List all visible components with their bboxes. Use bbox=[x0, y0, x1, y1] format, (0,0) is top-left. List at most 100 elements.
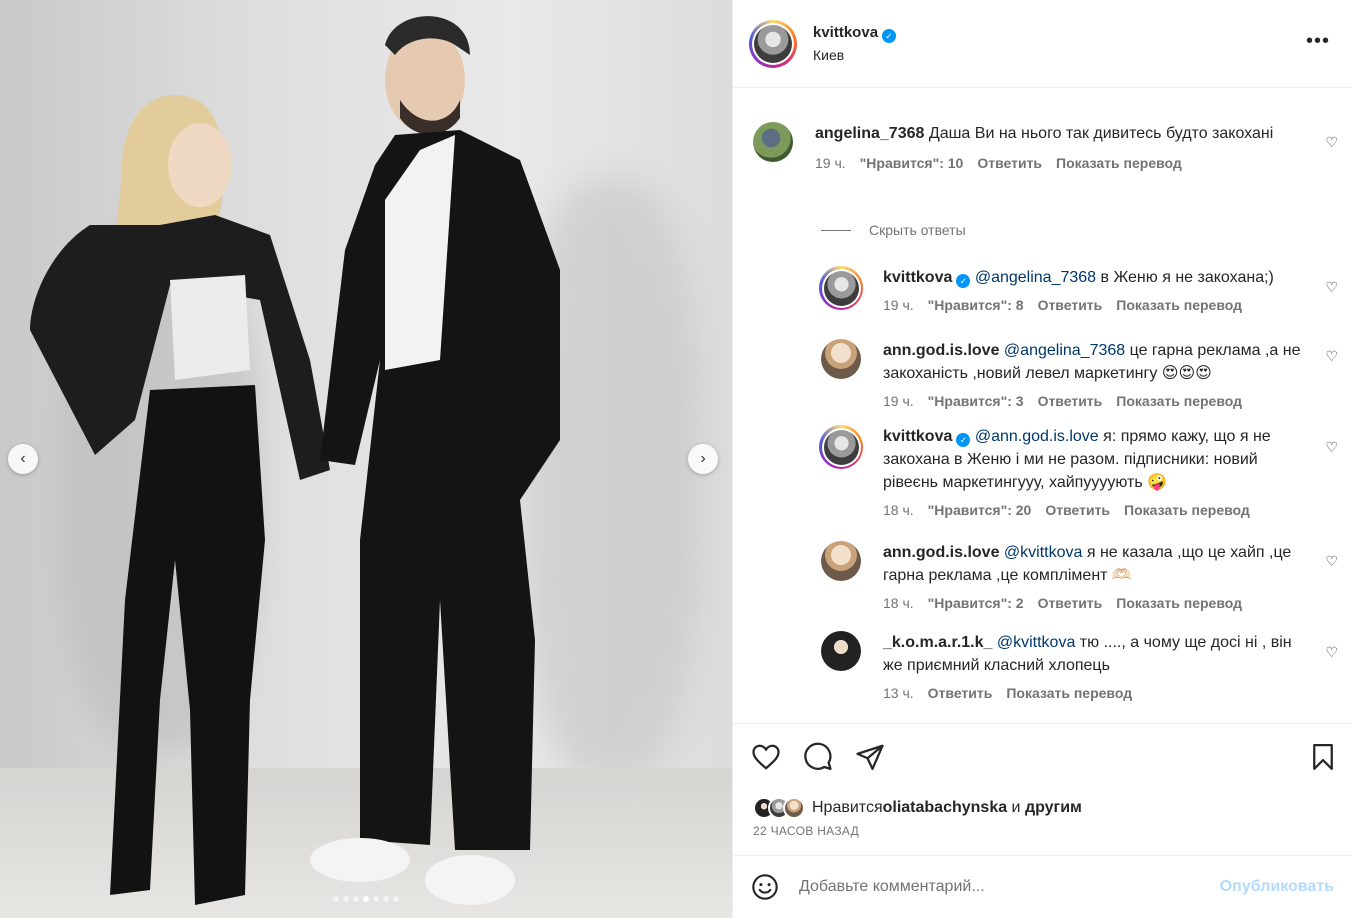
reply-avatar[interactable] bbox=[821, 339, 861, 379]
translate-button[interactable]: Показать перевод bbox=[1116, 393, 1242, 409]
reply-mention[interactable]: @angelina_7368 bbox=[1004, 342, 1125, 359]
reply-avatar-ring[interactable] bbox=[819, 266, 863, 310]
reply-text: kvittkova ✓ @ann.god.is.love я: прямо каж… bbox=[883, 425, 1299, 494]
reply-like-heart-icon[interactable]: ♡ bbox=[1325, 553, 1338, 570]
emoji-icon[interactable] bbox=[751, 873, 779, 901]
reply-likes[interactable]: "Нравится": 3 bbox=[928, 393, 1024, 409]
verified-badge-icon: ✓ bbox=[956, 433, 971, 447]
reply-item: ann.god.is.love @kvittkova я не казала ,… bbox=[821, 541, 1301, 611]
comment-text: angelina_7368 Даша Ви на нього так дивит… bbox=[815, 122, 1285, 145]
reply-likes[interactable]: "Нравится": 2 bbox=[928, 595, 1024, 611]
reply-username[interactable]: kvittkova bbox=[883, 428, 952, 445]
reply-avatar bbox=[823, 270, 859, 306]
chevron-left-icon: ‹ bbox=[20, 450, 26, 467]
translate-button[interactable]: Показать перевод bbox=[1116, 595, 1242, 611]
likes-others[interactable]: другим bbox=[1025, 799, 1082, 817]
reply-avatar[interactable] bbox=[821, 631, 861, 671]
reply-mention[interactable]: @angelina_7368 bbox=[975, 269, 1096, 286]
author-avatar-ring[interactable] bbox=[749, 19, 797, 68]
likes-prefix: Нравится bbox=[812, 799, 883, 816]
translate-button[interactable]: Показать перевод bbox=[1124, 502, 1250, 518]
comment-like-heart-icon[interactable]: ♡ bbox=[1325, 134, 1338, 151]
reply-likes[interactable]: "Нравится": 20 bbox=[928, 502, 1032, 518]
heart-icon[interactable] bbox=[751, 742, 781, 772]
chevron-right-icon: › bbox=[700, 450, 706, 467]
comment-likes[interactable]: "Нравится": 10 bbox=[860, 155, 964, 171]
comment-icon[interactable] bbox=[803, 742, 833, 772]
translate-button[interactable]: Показать перевод bbox=[1056, 155, 1182, 171]
reply-button[interactable]: Ответить bbox=[928, 685, 993, 701]
verified-badge-icon: ✓ bbox=[882, 29, 897, 43]
author-username[interactable]: kvittkova bbox=[813, 24, 878, 41]
reply-text: ann.god.is.love @angelina_7368 це гарна … bbox=[883, 339, 1301, 385]
reply-avatar[interactable] bbox=[821, 541, 861, 581]
post-timestamp[interactable]: 22 ЧАСОВ НАЗАД bbox=[753, 824, 859, 838]
reply-time[interactable]: 18 ч. bbox=[883, 595, 914, 611]
liker-avatars[interactable] bbox=[753, 797, 805, 819]
translate-button[interactable]: Показать перевод bbox=[1116, 297, 1242, 313]
publish-button[interactable]: Опубликовать bbox=[1220, 878, 1334, 896]
share-icon[interactable] bbox=[855, 742, 885, 772]
comments-list: angelina_7368 Даша Ви на нього так дивит… bbox=[733, 89, 1352, 722]
reply-avatar bbox=[823, 429, 859, 465]
reply-mention[interactable]: @ann.god.is.love bbox=[975, 428, 1099, 445]
commenter-avatar[interactable] bbox=[753, 122, 793, 162]
reply-button[interactable]: Ответить bbox=[1038, 393, 1103, 409]
reply-mention[interactable]: @kvittkova bbox=[997, 634, 1075, 651]
reply-like-heart-icon[interactable]: ♡ bbox=[1325, 644, 1338, 661]
comment-time[interactable]: 19 ч. bbox=[815, 155, 846, 171]
previous-photo-button[interactable]: ‹ bbox=[8, 444, 38, 474]
carousel-dot bbox=[353, 896, 359, 902]
divider-line bbox=[821, 229, 851, 231]
reply-likes[interactable]: "Нравится": 8 bbox=[928, 297, 1024, 313]
verified-badge-icon: ✓ bbox=[956, 274, 971, 288]
likes-summary: Нравится oliatabachynska и другим bbox=[753, 797, 1082, 819]
reply-time[interactable]: 13 ч. bbox=[883, 685, 914, 701]
hide-replies-label: Скрыть ответы bbox=[869, 222, 966, 238]
reply-button[interactable]: Ответить bbox=[1038, 595, 1103, 611]
carousel-dots bbox=[0, 896, 732, 902]
reply-username[interactable]: ann.god.is.love bbox=[883, 342, 999, 359]
reply-like-heart-icon[interactable]: ♡ bbox=[1325, 348, 1338, 365]
carousel-dot bbox=[393, 896, 399, 902]
reply-mention[interactable]: @kvittkova bbox=[1004, 544, 1082, 561]
comment-item: angelina_7368 Даша Ви на нього так дивит… bbox=[753, 122, 1313, 171]
reply-like-heart-icon[interactable]: ♡ bbox=[1325, 279, 1338, 296]
author-avatar bbox=[754, 24, 792, 63]
reply-username[interactable]: kvittkova bbox=[883, 269, 952, 286]
carousel-dot bbox=[343, 896, 349, 902]
reply-username[interactable]: ann.god.is.love bbox=[883, 544, 999, 561]
reply-body: в Женю я не закохана;) bbox=[1096, 269, 1274, 286]
reply-text: _k.o.m.a.r.1.k_ @kvittkova тю ...., а чо… bbox=[883, 631, 1301, 677]
reply-item: kvittkova ✓ @angelina_7368 в Женю я не за… bbox=[819, 266, 1299, 313]
reply-avatar-ring[interactable] bbox=[819, 425, 863, 469]
reply-time[interactable]: 18 ч. bbox=[883, 502, 914, 518]
liker-avatar bbox=[783, 797, 805, 819]
post-location[interactable]: Киев bbox=[813, 47, 896, 63]
hide-replies-button[interactable]: Скрыть ответы bbox=[821, 222, 966, 238]
carousel-dot-active bbox=[363, 896, 369, 902]
carousel-dot bbox=[333, 896, 339, 902]
reply-button[interactable]: Ответить bbox=[1045, 502, 1110, 518]
liker-username[interactable]: oliatabachynska bbox=[883, 799, 1008, 817]
comment-input[interactable] bbox=[799, 878, 1220, 896]
reply-button[interactable]: Ответить bbox=[977, 155, 1042, 171]
post-sidebar: kvittkova ✓ Киев ••• angelina_7368 Даша В… bbox=[732, 0, 1352, 918]
comment-composer: Опубликовать bbox=[733, 855, 1352, 918]
likes-middle: и bbox=[1007, 799, 1025, 816]
post-modal: ‹ › kvittkova ✓ Киев ••• angelina_7368 Д… bbox=[0, 0, 1352, 918]
reply-time[interactable]: 19 ч. bbox=[883, 297, 914, 313]
bookmark-icon[interactable] bbox=[1308, 742, 1338, 772]
carousel-dot bbox=[373, 896, 379, 902]
reply-text: kvittkova ✓ @angelina_7368 в Женю я не за… bbox=[883, 266, 1299, 289]
post-header: kvittkova ✓ Киев ••• bbox=[733, 0, 1352, 88]
reply-button[interactable]: Ответить bbox=[1038, 297, 1103, 313]
translate-button[interactable]: Показать перевод bbox=[1006, 685, 1132, 701]
reply-time[interactable]: 19 ч. bbox=[883, 393, 914, 409]
reply-username[interactable]: _k.o.m.a.r.1.k_ bbox=[883, 634, 992, 651]
reply-like-heart-icon[interactable]: ♡ bbox=[1325, 439, 1338, 456]
more-options-icon[interactable]: ••• bbox=[1306, 30, 1330, 53]
comment-username[interactable]: angelina_7368 bbox=[815, 125, 924, 142]
next-photo-button[interactable]: › bbox=[688, 444, 718, 474]
reply-item: ann.god.is.love @angelina_7368 це гарна … bbox=[821, 339, 1301, 409]
